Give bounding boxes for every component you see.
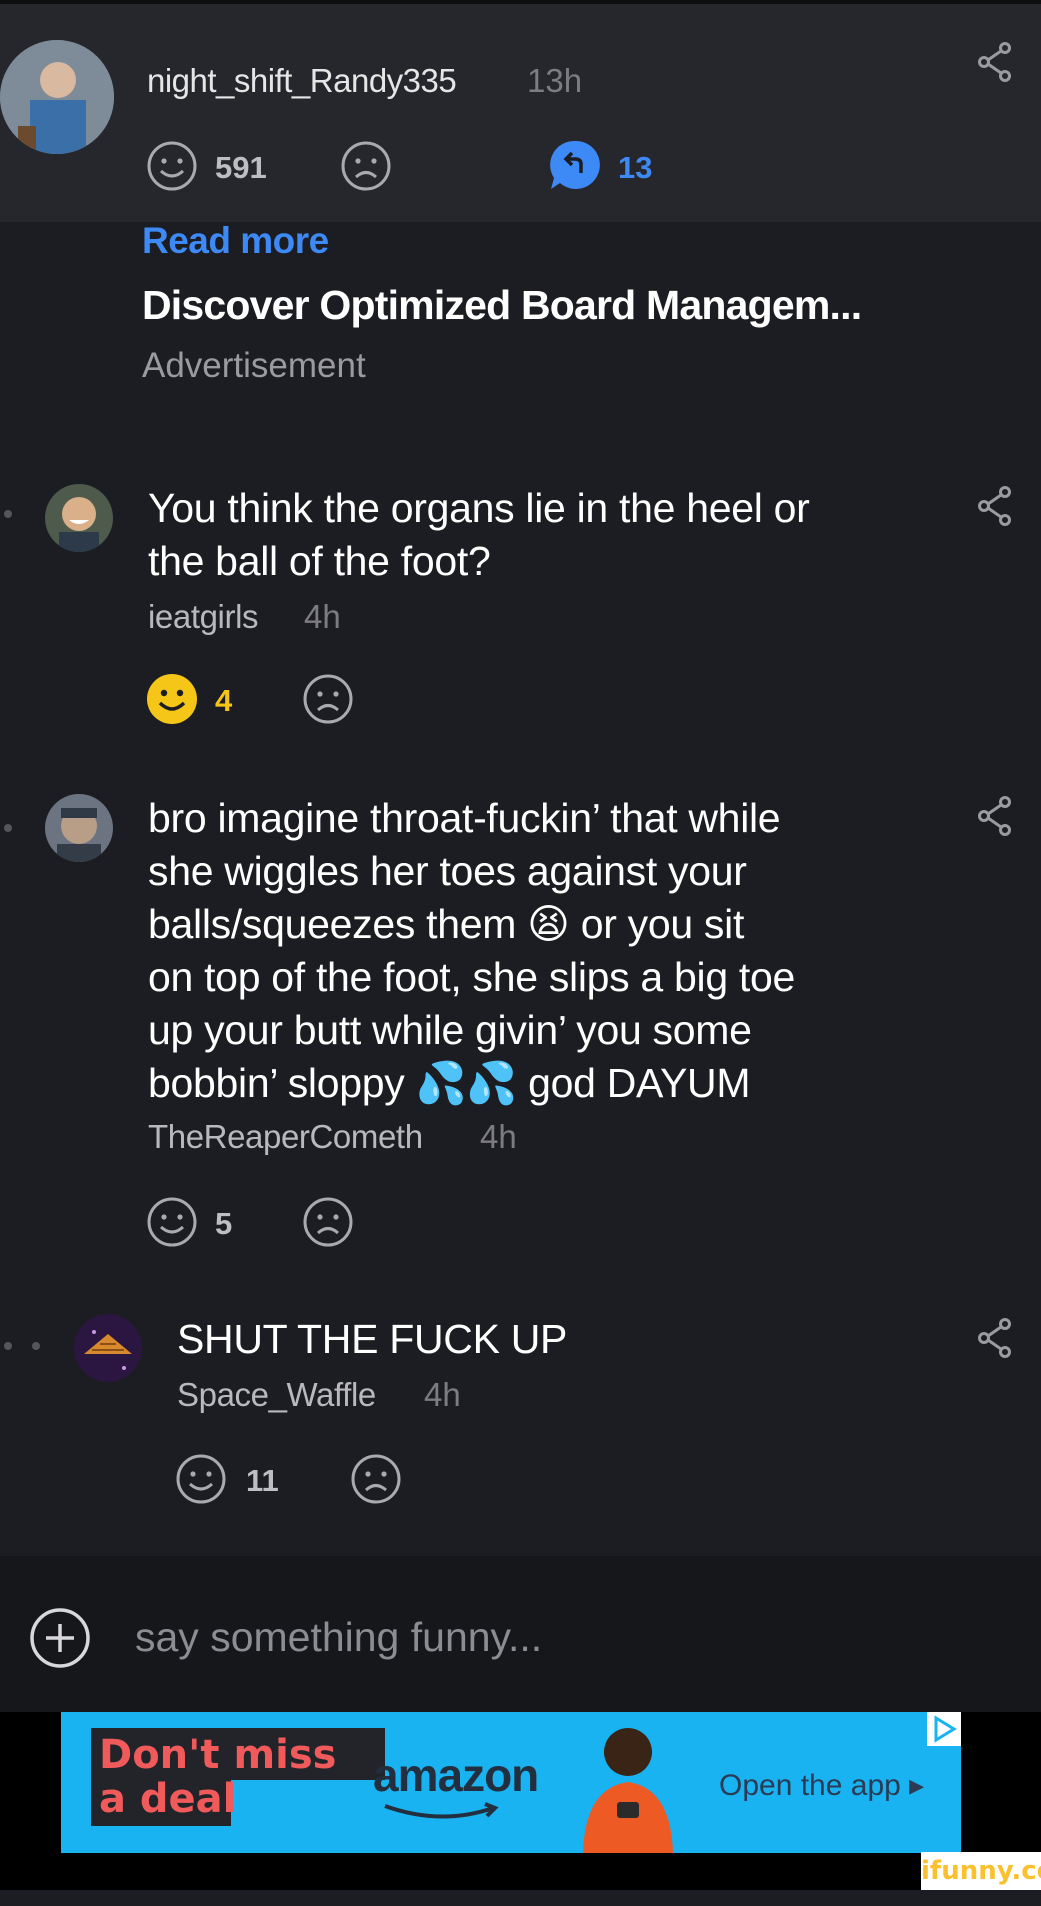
comment-composer: say something funny... [0,1556,1041,1712]
reply-count[interactable]: 13 [618,150,652,186]
smile-arrow-icon [384,1802,499,1819]
thread-depth-dot [4,1342,12,1350]
avatar[interactable] [45,794,113,862]
like-count: 11 [246,1463,279,1498]
timestamp: 4h [480,1118,517,1155]
thread-depth-dot [4,510,12,518]
like-count: 4 [215,683,233,718]
frown-face-icon[interactable] [302,1196,354,1248]
avatar-image [45,794,113,862]
parent-comment: night_shift_Randy335 13h 591 13 [0,0,1041,222]
reply-bubble-icon[interactable] [548,138,602,192]
ifunny-watermark: ifunny.co [921,1852,1041,1890]
read-more-link[interactable]: Read more [142,220,329,262]
brand-logo: amazon [373,1749,539,1801]
ad-title[interactable]: Discover Optimized Board Managem... [142,282,862,329]
avatar-image [74,1314,142,1382]
smile-face-icon[interactable] [146,1196,198,1248]
frown-face-icon[interactable] [302,673,354,725]
timestamp: 13h [527,62,583,99]
avatar-image [0,40,114,154]
plus-circle-icon[interactable] [28,1606,92,1670]
thread-depth-dot [4,824,12,832]
adchoices-icon[interactable] [927,1712,961,1746]
promo-line: Don't miss [99,1732,337,1778]
avatar-image [45,484,113,552]
author-name[interactable]: ieatgirls [148,598,259,636]
comment-text: You think the organs lie in the heel or … [148,485,810,584]
comment-input[interactable]: say something funny... [135,1614,542,1661]
ad-label: Advertisement [142,346,366,385]
timestamp: 4h [304,598,341,635]
banner-ad-container: Don't miss a deal amazon Open the app ▸ … [0,1712,1041,1890]
smile-face-icon[interactable] [146,140,198,192]
frown-face-icon[interactable] [350,1453,402,1505]
timestamp: 4h [424,1376,461,1413]
avatar[interactable] [0,40,114,154]
smile-face-icon[interactable] [175,1453,227,1505]
comment-text: SHUT THE FUCK UP [177,1316,568,1362]
frown-face-icon[interactable] [340,140,392,192]
banner-ad[interactable]: Don't miss a deal amazon Open the app ▸ [61,1712,961,1853]
author-name[interactable]: Space_Waffle [177,1376,376,1414]
share-icon[interactable] [978,42,1012,82]
promo-line: a deal [99,1776,237,1822]
like-count: 5 [215,1206,233,1241]
open-app-cta[interactable]: Open the app ▸ [719,1768,924,1803]
author-name[interactable]: TheReaperCometh [148,1118,423,1156]
share-icon[interactable] [978,1318,1012,1358]
avatar[interactable] [45,484,113,552]
like-count: 591 [215,150,267,185]
username[interactable]: night_shift_Randy335 [147,62,457,100]
share-icon[interactable] [978,796,1012,836]
share-icon[interactable] [978,486,1012,526]
person-image [583,1728,673,1853]
smile-face-icon[interactable] [146,673,198,725]
comment-text: bro imagine throat-fuckin’ that while sh… [148,795,796,1106]
avatar[interactable] [74,1314,142,1382]
thread-depth-dot [32,1342,40,1350]
